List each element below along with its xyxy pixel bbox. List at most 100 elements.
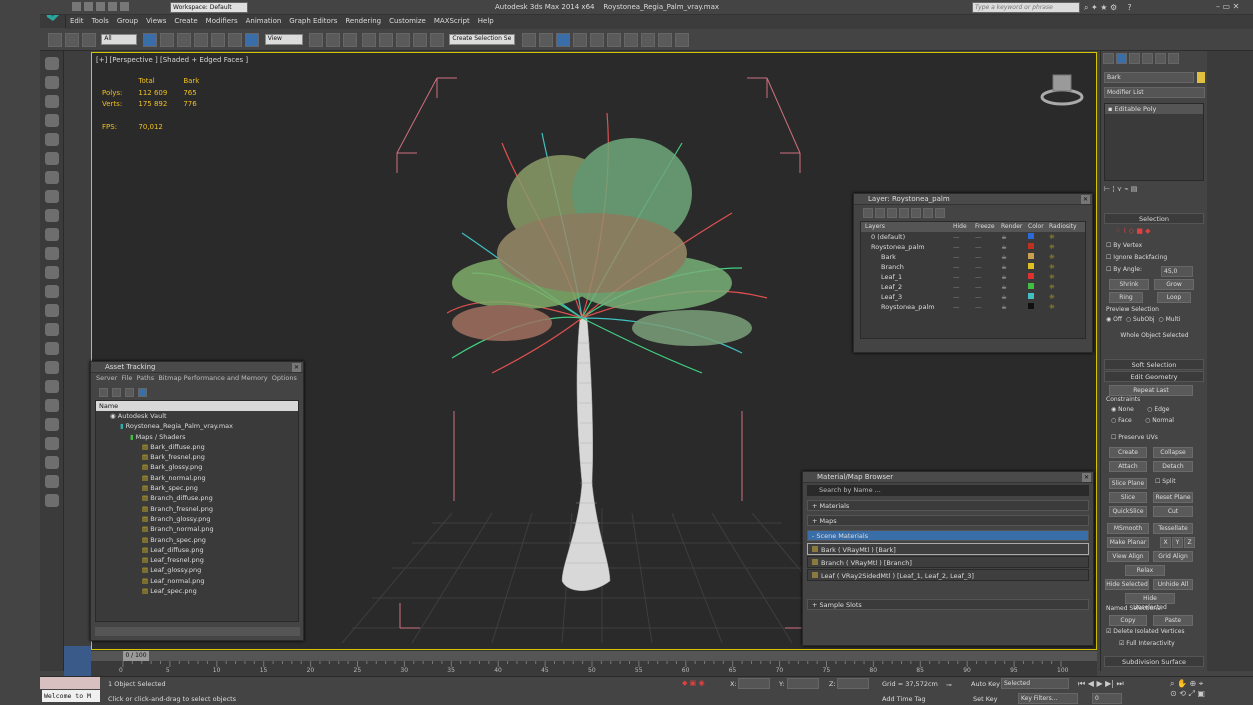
curve-editor-icon[interactable] [589,33,604,47]
rendered-frame-icon[interactable] [657,33,672,47]
menu-graph-editors[interactable]: Graph Editors [285,15,341,27]
mirror-icon[interactable] [521,33,536,47]
search-input[interactable]: Type a keyword or phrase [972,2,1080,13]
view-align-button[interactable]: View Align [1107,551,1149,562]
planar-y-button[interactable]: Y [1172,537,1183,548]
freeze-all-icon[interactable] [935,208,945,218]
tool-icon-20[interactable] [45,418,59,431]
checkout-icon[interactable] [112,388,121,397]
tool-icon-23[interactable] [45,475,59,488]
close-icon[interactable]: ✕ [1081,195,1090,204]
delete-layer-icon[interactable] [875,208,885,218]
render-setup-icon[interactable] [640,33,655,47]
hide-all-icon[interactable] [923,208,933,218]
selection-rollout[interactable]: Selection [1104,213,1204,224]
edit-named-selection-icon[interactable] [430,33,445,47]
percent-snap-icon[interactable] [396,33,411,47]
select-manipulate-icon[interactable] [325,33,340,47]
create-button[interactable]: Create [1109,447,1147,458]
modifier-list-dropdown[interactable]: Modifier List [1104,87,1205,98]
stack-item-editable-poly[interactable]: ▪ Editable Poly [1105,104,1203,114]
layer-color-swatch[interactable] [1028,263,1034,269]
material-browser-title[interactable]: Material/Map Browser [803,472,1093,483]
menu-edit[interactable]: Edit [66,15,88,27]
freeze-toggle[interactable]: — [975,262,1001,271]
motion-tab-icon[interactable] [1142,53,1153,64]
scene-material-item[interactable]: Leaf ( VRay2SidedMtl ) [Leaf_1, Leaf_2, … [807,569,1089,581]
full-interactivity-checkbox[interactable]: ☑ Full Interactivity [1119,640,1216,651]
add-time-tag[interactable]: Add Time Tag [882,695,926,703]
subobject-icons[interactable]: ⁘ ⌇ ◇ ■ ◆ [1115,227,1195,237]
light-icon[interactable] [45,133,59,146]
workspace-dropdown[interactable]: Workspace: Default [170,2,248,13]
menu-rendering[interactable]: Rendering [341,15,385,27]
render-teapot-icon[interactable]: ☕ [1001,292,1028,301]
mini-listener-toggle[interactable] [64,646,91,676]
key-filters-button[interactable]: Key Filters... [1018,693,1078,704]
asset-file-item[interactable]: ▤ Leaf_fresnel.png [96,555,298,566]
display-tab-icon[interactable] [1155,53,1166,64]
sample-slots-group[interactable]: + Sample Slots [807,599,1089,610]
menu-tools[interactable]: Tools [88,15,113,27]
render-teapot-icon[interactable]: ☕ [1001,302,1028,311]
move-icon[interactable] [211,33,226,47]
relax-button[interactable]: Relax [1125,565,1165,576]
align-icon[interactable] [538,33,553,47]
preview-selection-radios[interactable]: ◉ Off ○ SubObj ○ Multi [1106,316,1203,327]
window-crossing-icon[interactable] [194,33,209,47]
torus-icon[interactable] [45,266,59,279]
radiosity-icon[interactable]: ☼ [1049,302,1079,311]
scene-material-item[interactable]: Branch ( VRayMtl ) [Branch] [807,556,1089,568]
playback-controls[interactable]: ⏮ ◀ ▶ ▶| ⏭ [1078,679,1124,689]
radiosity-icon[interactable]: ☼ [1049,282,1079,291]
spacewarp-icon[interactable] [45,190,59,203]
col-render[interactable]: Render [1001,222,1028,232]
keyboard-shortcut-icon[interactable] [342,33,357,47]
render-teapot-icon[interactable]: ☕ [1001,262,1028,271]
render-teapot-icon[interactable]: ☕ [1001,272,1028,281]
hide-toggle[interactable]: — [953,272,975,281]
camera-icon[interactable] [45,152,59,165]
y-coordinate-field[interactable] [787,678,819,689]
asset-maps-row[interactable]: ▮ Maps / Shaders [96,432,298,442]
teapot-icon[interactable] [45,323,59,336]
layer-manager-icon[interactable] [555,33,570,47]
named-selection-dropdown[interactable]: Create Selection Se [449,34,516,45]
ring-button[interactable]: Ring [1109,292,1143,303]
scale-icon[interactable] [245,33,260,47]
material-editor-icon[interactable] [623,33,638,47]
selection-filter-dropdown[interactable]: All [101,34,138,45]
asset-menu-paths[interactable]: Paths [137,374,155,382]
tree-view-icon[interactable] [138,388,147,397]
tool-icon-22[interactable] [45,456,59,469]
z-coordinate-field[interactable] [837,678,869,689]
menu-views[interactable]: Views [142,15,170,27]
render-teapot-icon[interactable]: ☕ [1001,232,1028,241]
rect-selection-icon[interactable] [177,33,192,47]
asset-menu-file[interactable]: File [121,374,132,382]
soft-selection-rollout[interactable]: Soft Selection [1104,359,1204,370]
quick-access-toolbar[interactable] [72,2,152,13]
menu-create[interactable]: Create [170,15,201,27]
select-object-icon[interactable] [143,33,158,47]
msmooth-button[interactable]: MSmooth [1107,523,1149,534]
asset-file-item[interactable]: ▤ Leaf_normal.png [96,576,298,587]
utilities-tab-icon[interactable] [1168,53,1179,64]
edit-geometry-rollout[interactable]: Edit Geometry [1104,371,1204,382]
render-production-icon[interactable] [674,33,689,47]
asset-col-name[interactable]: Name [96,401,298,411]
radiosity-icon[interactable]: ☼ [1049,242,1079,251]
quickslice-button[interactable]: QuickSlice [1109,506,1147,517]
freeze-toggle[interactable]: — [975,272,1001,281]
hide-toggle[interactable]: — [953,242,975,251]
freeze-toggle[interactable]: — [975,282,1001,291]
radiosity-icon[interactable]: ☼ [1049,252,1079,261]
planar-x-button[interactable]: X [1160,537,1171,548]
selected-dropdown[interactable]: Selected [1001,678,1069,689]
scene-material-item[interactable]: Bark ( VRayMtl ) [Bark] [807,543,1089,555]
object-color-swatch[interactable] [1197,72,1205,83]
window-controls[interactable]: – ▭ ✕ [1216,2,1239,11]
asset-file-item[interactable]: ▤ Bark_spec.png [96,483,298,494]
asset-file-item[interactable]: ▤ Bark_glossy.png [96,462,298,473]
close-icon[interactable]: ✕ [1082,473,1091,482]
